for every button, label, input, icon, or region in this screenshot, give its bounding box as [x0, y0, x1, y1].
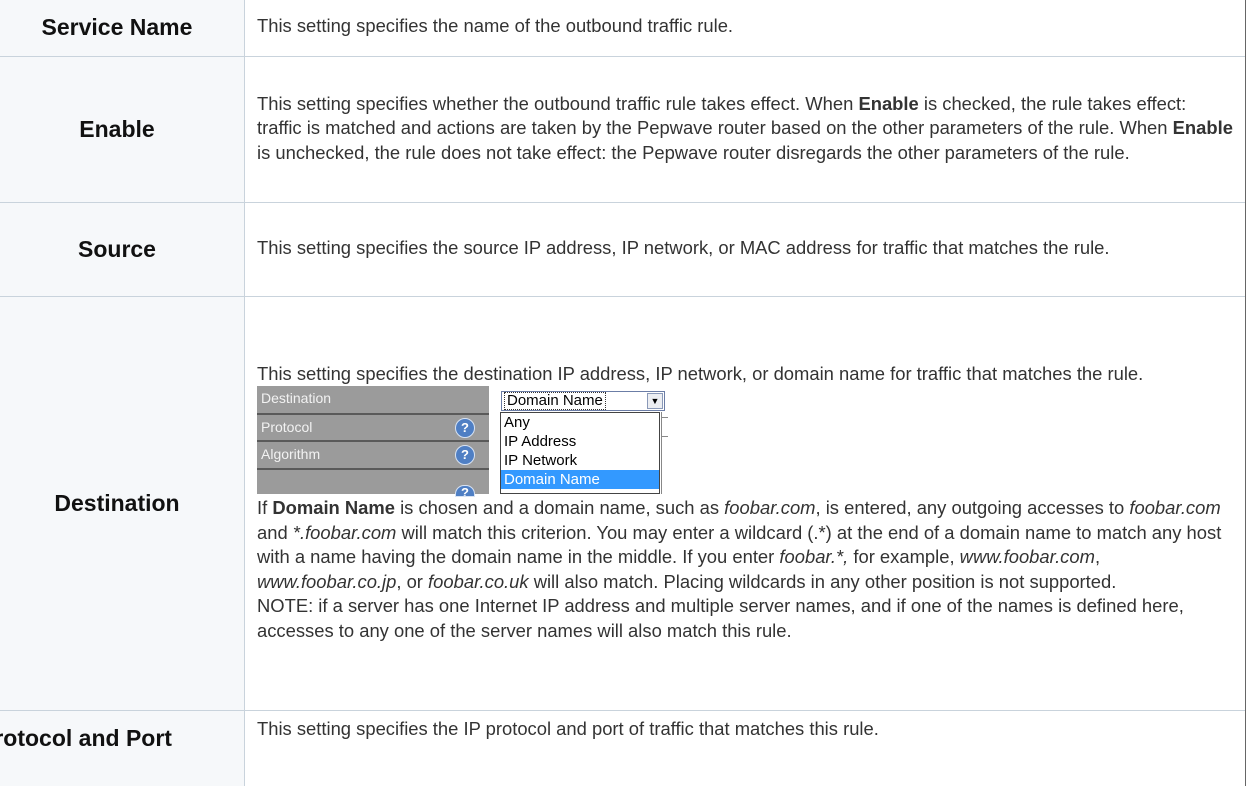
question-circle-icon[interactable]: ? [455, 418, 475, 438]
label-protocol: Protocol? [257, 413, 489, 439]
setting-name: Enable [0, 57, 245, 203]
settings-table: Service Name This setting specifies the … [0, 0, 1246, 786]
destination-dropdown-screenshot: Destination Protocol? Algorithm? ? Domai… [257, 386, 667, 494]
destination-select-value: Domain Name [505, 393, 605, 409]
question-circle-icon[interactable]: ? [455, 485, 475, 497]
setting-description: This setting specifies the destination I… [245, 297, 1246, 711]
table-row: Service Name This setting specifies the … [0, 0, 1246, 57]
option-ip-network[interactable]: IP Network [501, 451, 659, 470]
setting-description: This setting specifies whether the outbo… [245, 57, 1246, 203]
option-domain-name[interactable]: Domain Name [501, 470, 659, 489]
setting-name: Source [0, 203, 245, 297]
question-circle-icon[interactable]: ? [455, 445, 475, 465]
domain-name-explanation: If Domain Name is chosen and a domain na… [257, 496, 1233, 594]
option-any[interactable]: Any [501, 413, 659, 432]
destination-select[interactable]: Domain Name ▼ [501, 391, 665, 411]
table-row: Source This setting specifies the source… [0, 203, 1246, 297]
setting-description: This setting specifies the IP protocol a… [245, 711, 1246, 786]
setting-name: Destination [0, 297, 245, 711]
label-destination: Destination [257, 386, 489, 412]
table-row: Destination This setting specifies the d… [0, 297, 1246, 711]
label-truncated: ? [257, 468, 489, 494]
setting-name: Protocol and Port [0, 711, 245, 786]
chevron-down-icon[interactable]: ▼ [647, 393, 663, 409]
destination-options-list: Any IP Address IP Network Domain Name [500, 412, 660, 494]
destination-intro: This setting specifies the destination I… [257, 362, 1233, 386]
table-row: Protocol and Port This setting specifies… [0, 711, 1246, 786]
table-row: Enable This setting specifies whether th… [0, 57, 1246, 203]
label-column: Destination Protocol? Algorithm? ? [257, 386, 489, 494]
setting-description: This setting specifies the name of the o… [245, 0, 1246, 57]
setting-name: Service Name [0, 0, 245, 57]
option-ip-address[interactable]: IP Address [501, 432, 659, 451]
label-algorithm: Algorithm? [257, 440, 489, 466]
destination-note: NOTE: if a server has one Internet IP ad… [257, 594, 1233, 643]
hidden-field-edge [661, 412, 668, 494]
setting-description: This setting specifies the source IP add… [245, 203, 1246, 297]
